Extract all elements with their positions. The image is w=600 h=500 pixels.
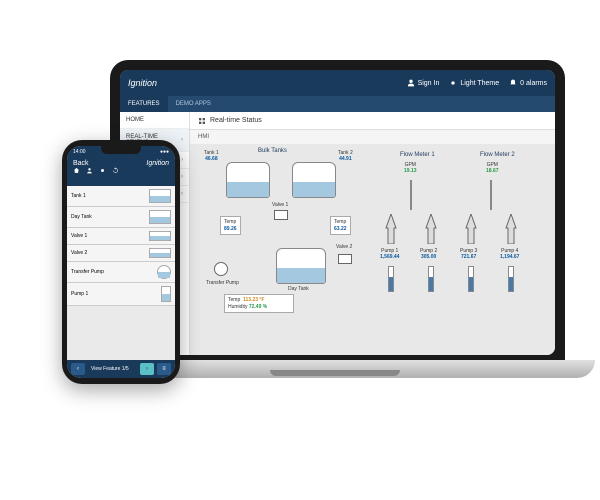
refresh-icon[interactable]	[112, 167, 119, 174]
app-header: Ignition Sign In Light Theme 0 alarms	[120, 70, 555, 96]
phone-row-valve1[interactable]: Valve 1	[67, 228, 175, 245]
transfer-pump-label: Transfer Pump	[206, 280, 239, 286]
pump3-label: Pump 3721.67	[460, 248, 477, 260]
section-flow2: Flow Meter 2	[480, 152, 515, 158]
theme-label: Light Theme	[460, 80, 499, 87]
tank1[interactable]	[226, 162, 270, 198]
tank2-label: Tank 244.91	[338, 150, 353, 162]
pump4-meter	[508, 266, 514, 292]
mini-valve-icon	[149, 231, 171, 241]
dashboard-icon	[198, 117, 206, 125]
tab-features[interactable]: FEATURES	[120, 96, 168, 112]
user-icon	[407, 79, 415, 87]
phone-row-transferpump[interactable]: Transfer Pump	[67, 262, 175, 283]
tank1-label: Tank 146.68	[204, 150, 219, 162]
valve1-label: Valve 1	[272, 202, 288, 208]
phone-screen: 14:00 ●●● Back Ignition Tank 1 Day Tank …	[67, 146, 175, 378]
chevron-right-icon: ›	[181, 174, 183, 180]
pump2-label: Pump 2305.00	[420, 248, 437, 260]
phone-row-daytank[interactable]: Day Tank	[67, 207, 175, 228]
row-label: Day Tank	[71, 214, 92, 220]
row-label: Tank 1	[71, 193, 86, 199]
pump2-icon[interactable]	[422, 214, 440, 246]
valve1[interactable]	[274, 210, 288, 220]
sidebar-item-home[interactable]: HOME	[120, 112, 189, 129]
brand-logo: Ignition	[146, 160, 169, 167]
row-label: Transfer Pump	[71, 269, 104, 275]
mini-pump-icon	[161, 286, 171, 302]
home-icon[interactable]	[73, 167, 80, 174]
theme-toggle[interactable]: Light Theme	[449, 79, 499, 87]
phone-header: Back Ignition	[67, 158, 175, 186]
pump3-icon[interactable]	[462, 214, 480, 246]
tab-demo-apps[interactable]: DEMO APPS	[168, 96, 219, 112]
signin-label: Sign In	[418, 80, 440, 87]
alarms-label: 0 alarms	[520, 80, 547, 87]
page-title: Real-time Status	[210, 117, 262, 124]
mini-valve-icon	[149, 248, 171, 258]
pump3-meter	[468, 266, 474, 292]
section-bulk-tanks: Bulk Tanks	[258, 148, 287, 154]
laptop-screen: Ignition Sign In Light Theme 0 alarms FE…	[120, 70, 555, 355]
chevron-right-icon: ›	[181, 191, 183, 197]
phone-row-tank1[interactable]: Tank 1	[67, 186, 175, 207]
phone-frame: 14:00 ●●● Back Ignition Tank 1 Day Tank …	[62, 140, 180, 384]
row-label: Valve 1	[71, 233, 87, 239]
valve2[interactable]	[338, 254, 352, 264]
flow2-val: GPM18.67	[486, 162, 499, 174]
page-subhead: HMI	[190, 130, 555, 144]
signin-link[interactable]: Sign In	[407, 79, 440, 87]
page-titlebar: Real-time Status	[190, 112, 555, 130]
pump1-meter	[388, 266, 394, 292]
pump1-label: Pump 11,569.44	[380, 248, 399, 260]
phone-row-valve2[interactable]: Valve 2	[67, 245, 175, 262]
flow1-val: GPM19.13	[404, 162, 417, 174]
phone-footer: ‹ View Feature 1/5 › ≡	[67, 360, 175, 378]
alarms-link[interactable]: 0 alarms	[509, 79, 547, 87]
pump1-icon[interactable]	[382, 214, 400, 246]
footer-label: View Feature 1/5	[88, 366, 137, 372]
chevron-right-icon: ›	[181, 157, 183, 163]
mini-tank-icon	[149, 210, 171, 224]
hmi-canvas[interactable]: Bulk Tanks Flow Meter 1 Flow Meter 2 Tan…	[190, 144, 555, 355]
status-icons: ●●●	[160, 149, 169, 155]
sun-icon[interactable]	[99, 167, 106, 174]
mini-pump-icon	[157, 265, 171, 279]
tank2[interactable]	[292, 162, 336, 198]
day-tank[interactable]	[276, 248, 326, 284]
phone-row-pump1[interactable]: Pump 1	[67, 283, 175, 306]
day-tank-label: Day Tank	[288, 286, 309, 292]
footer-prev-button[interactable]: ‹	[71, 363, 85, 375]
pump2-meter	[428, 266, 434, 292]
pipe	[410, 180, 412, 210]
laptop-foot	[270, 370, 400, 376]
sidebar-label: HOME	[126, 117, 144, 123]
footer-menu-button[interactable]: ≡	[157, 363, 171, 375]
pipe	[490, 180, 492, 210]
header-tabs: FEATURES DEMO APPS	[120, 96, 555, 112]
env-box: Temp 113.23 °F Humidity 72.49 %	[224, 294, 294, 313]
temp-left-box: Temp89.26	[220, 216, 241, 235]
temp-right-box: Temp63.22	[330, 216, 351, 235]
row-label: Pump 1	[71, 291, 88, 297]
status-time: 14:00	[73, 149, 86, 155]
section-flow1: Flow Meter 1	[400, 152, 435, 158]
pump4-icon[interactable]	[502, 214, 520, 246]
valve2-label: Valve 2	[336, 244, 352, 250]
mini-tank-icon	[149, 189, 171, 203]
transfer-pump[interactable]	[214, 262, 228, 276]
bell-icon	[509, 79, 517, 87]
back-button[interactable]: Back	[73, 160, 89, 167]
phone-notch	[101, 146, 141, 154]
footer-next-button[interactable]: ›	[140, 363, 154, 375]
user-icon[interactable]	[86, 167, 93, 174]
main-area: Real-time Status HMI Bulk Tanks Flow Met…	[190, 112, 555, 355]
row-label: Valve 2	[71, 250, 87, 256]
phone-body[interactable]: Tank 1 Day Tank Valve 1 Valve 2 Transfer…	[67, 186, 175, 360]
brand-logo: Ignition	[128, 78, 397, 88]
sun-icon	[449, 79, 457, 87]
chevron-right-icon: ›	[181, 137, 183, 143]
pump4-label: Pump 41,194.67	[500, 248, 519, 260]
